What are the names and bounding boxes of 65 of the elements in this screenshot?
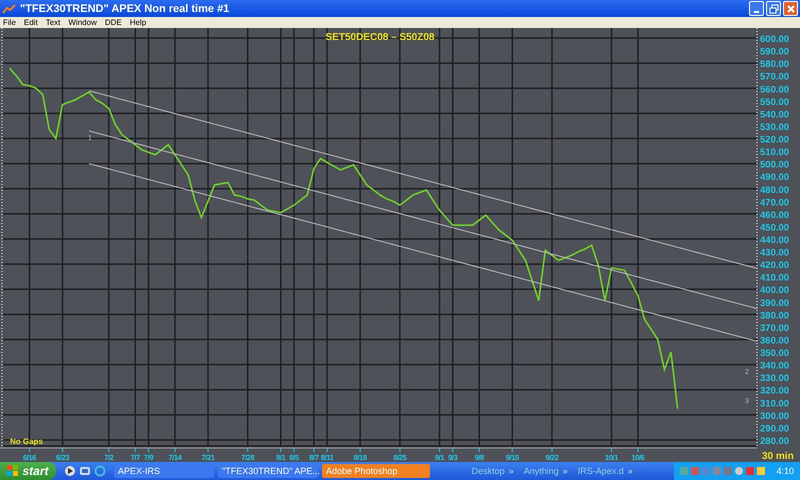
axis-label: 420.00 [760,260,790,272]
axis-label: 300.00 [760,410,790,422]
axis-label: 480.00 [760,184,790,196]
taskbar-button[interactable]: APEX-IRS [114,464,214,478]
axis-label: 560.00 [760,84,790,96]
axis-label: 360.00 [760,336,790,346]
axis-label: 390.00 [760,298,790,309]
axis-label: 490.00 [760,172,790,184]
axis-label: 320.00 [760,386,790,397]
chart-app-icon [2,4,16,14]
browser-icon[interactable] [94,465,106,477]
axis-label: 570.00 [760,72,790,83]
axis-label: 370.00 [760,322,790,334]
axis-label: 530.00 [760,122,790,133]
axis-label: 540.00 [760,109,790,120]
taskbar-button[interactable]: "TFEX30TREND" APE... [218,464,318,478]
axis-label: 350.00 [760,348,790,360]
gaps-label: No Gaps [10,437,43,446]
axis-label: 580.00 [760,59,790,70]
menu-item[interactable]: File [3,18,16,28]
menu-item[interactable]: Help [130,18,146,28]
start-button[interactable]: start [0,462,56,480]
menu-item[interactable]: Window [68,18,97,28]
minimize-button[interactable] [749,1,764,16]
axis-label: 400.00 [760,285,790,296]
axis-label: 450.00 [760,222,790,234]
axis-label: 430.00 [760,248,790,259]
axis-label: 380.00 [760,310,790,322]
close-icon [786,4,796,14]
axis-label: 290.00 [760,423,790,434]
interval-label: 30 min [762,451,794,462]
media-player-icon[interactable] [64,465,76,477]
toolbar-label[interactable]: Desktop [472,466,505,476]
menu-item[interactable]: Text [46,18,60,28]
axis-label: 410.00 [760,272,790,284]
windows-logo-icon [7,465,20,477]
close-button[interactable] [783,1,798,16]
taskbar-button[interactable]: Adobe Photoshop [322,464,430,478]
chevron-button[interactable]: » [508,466,514,476]
desktop-icon[interactable] [79,465,91,477]
axis-label: 600.00 [760,34,790,45]
axis-label: 340.00 [760,360,790,372]
window-title: "TFEX30TREND" APEX Non real time #1 [20,2,230,14]
axis-label: 520.00 [760,134,790,146]
axis-label: 330.00 [760,373,790,384]
toolbar-label[interactable]: IRS-Apex.d [578,466,624,476]
axis-label: 590.00 [760,46,790,58]
axis-label: 510.00 [760,147,790,158]
chart-title: SET50DEC08 – S50Z08 [326,32,434,43]
menu-item[interactable]: DDE [104,18,122,28]
axis-label: 440.00 [760,235,790,246]
axis-label: 470.00 [760,197,790,208]
chevron-button[interactable]: » [562,466,568,476]
restore-button[interactable] [766,1,781,16]
axis-label: 460.00 [760,210,790,221]
toolbar-label[interactable]: Anything [524,466,559,476]
menu-item[interactable]: Edit [24,18,38,28]
axis-label: 280.00 [760,436,790,447]
minimize-icon [754,10,759,12]
restore-icon [768,4,778,14]
axis-label: 500.00 [760,160,790,171]
axis-label: 550.00 [760,96,790,108]
clock: 4:10 [776,466,794,476]
axis-label: 310.00 [760,398,790,410]
chevron-button[interactable]: » [628,466,633,476]
